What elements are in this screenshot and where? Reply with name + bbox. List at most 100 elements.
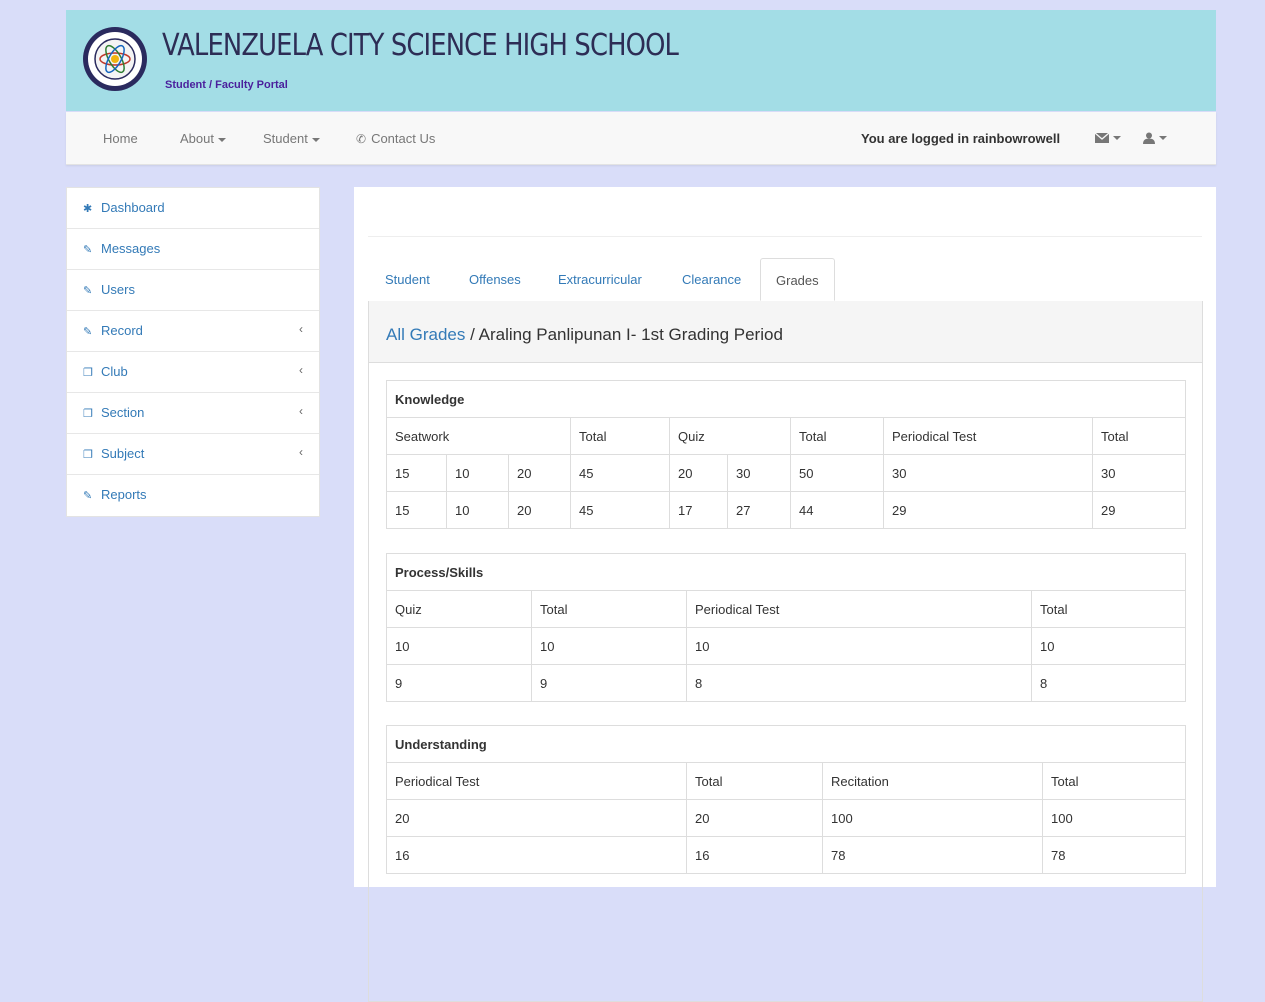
nav-about-label: About [180,131,214,146]
table-cell: 9 [386,664,532,702]
tab-grades[interactable]: Grades [760,258,835,301]
table-cell: 78 [1041,836,1187,874]
table-cell: 30 [883,454,1093,492]
breadcrumb-separator: / [465,325,479,344]
table-title: Process/Skills [385,553,1187,591]
nav-student-dropdown[interactable]: Student [263,131,320,146]
table-cell: 44 [790,491,884,529]
sidebar-item-label: Subject [101,446,145,461]
tab-student[interactable]: Student [385,272,430,287]
table-row: 15 10 20 45 17 27 44 29 29 [386,491,1186,529]
tab-bar: Student Offenses Extracurricular Clearan… [368,258,1202,302]
table-cell: 8 [1030,664,1187,702]
breadcrumb: All Grades / Araling Panlipunan I- 1st G… [369,301,1202,363]
nav-contact-label: Contact Us [371,131,436,146]
table-cell: 100 [1041,799,1187,837]
nav-contact[interactable]: ✆ Contact Us [356,131,435,146]
table-cell: 20 [508,454,571,492]
sidebar-item-label: Record [101,323,143,338]
table-header-row: Quiz Total Periodical Test Total [386,590,1187,628]
table-cell: 20 [386,799,687,837]
table-cell: 100 [822,799,1043,837]
table-cell: 10 [446,491,509,529]
table-cell: 20 [686,799,823,837]
sidebar-menu: ✱ Dashboard ✎ Messages ✎ Users ✎ Record ‹ ❐ Cl… [66,187,320,517]
table-cell: 15 [386,454,447,492]
column-header: Total [570,417,670,455]
column-header: Periodical Test [386,762,687,800]
envelope-icon [1094,132,1110,143]
school-name: VALENZUELA CITY SCIENCE HIGH SCHOOL [162,28,679,63]
edit-icon: ✎ [83,244,93,256]
all-grades-link[interactable]: All Grades [386,325,465,344]
user-dropdown[interactable] [1143,129,1167,144]
tab-offenses[interactable]: Offenses [469,272,521,287]
column-header: Recitation [822,762,1043,800]
copy-icon: ❐ [83,408,93,420]
table-title: Understanding [385,725,1187,763]
copy-icon: ❐ [83,367,93,379]
main-content: Student Offenses Extracurricular Clearan… [354,187,1216,1002]
messages-dropdown[interactable] [1094,129,1121,144]
edit-icon: ✎ [83,490,93,502]
table-header-row: Seatwork Total Quiz Total Periodical Tes… [386,417,1186,455]
table-cell: 15 [386,491,447,529]
sidebar-item-reports[interactable]: ✎ Reports [67,475,319,516]
sidebar-item-label: Club [101,364,128,379]
table-row: 16 16 78 78 [386,836,1187,874]
caret-down-icon [311,137,320,142]
column-header: Total [1092,417,1186,455]
table-title: Knowledge [386,380,1186,418]
table-row: 20 20 100 100 [386,799,1187,837]
phone-icon: ✆ [356,132,367,146]
sidebar-item-club[interactable]: ❐ Club ‹ [67,352,319,393]
column-header: Seatwork [386,417,571,455]
table-cell: 16 [386,836,687,874]
grades-panel: All Grades / Araling Panlipunan I- 1st G… [368,301,1203,1002]
column-header: Quiz [386,590,532,628]
sidebar-item-label: Messages [101,241,161,256]
chevron-left-icon: ‹ [299,363,303,377]
nav-about-dropdown[interactable]: About [180,131,226,146]
table-cell: 50 [790,454,884,492]
process-skills-table: Process/Skills Quiz Total Periodical Tes… [385,553,1187,702]
caret-down-icon [217,137,226,142]
tab-extracurricular[interactable]: Extracurricular [558,272,642,287]
table-cell: 10 [686,627,1032,665]
sidebar-item-record[interactable]: ✎ Record ‹ [67,311,319,352]
sidebar-item-subject[interactable]: ❐ Subject ‹ [67,434,319,475]
column-header: Total [686,762,823,800]
understanding-table: Understanding Periodical Test Total Reci… [385,725,1187,874]
table-cell: 10 [1030,627,1187,665]
column-header: Total [1041,762,1187,800]
column-header: Periodical Test [883,417,1093,455]
column-header: Total [1030,590,1187,628]
sidebar-item-dashboard[interactable]: ✱ Dashboard [67,188,319,229]
site-header: VALENZUELA CITY SCIENCE HIGH SCHOOL Stud… [66,10,1216,111]
dashboard-icon: ✱ [83,203,93,215]
nav-student-label: Student [263,131,308,146]
logged-in-text: You are logged in rainbowrowell [861,131,1061,146]
sidebar-item-label: Users [101,282,135,297]
column-header: Periodical Test [686,590,1032,628]
table-cell: 8 [686,664,1032,702]
top-navbar: Home About Student ✆ Contact Us You are l… [66,112,1216,165]
column-header: Total [531,590,687,628]
table-cell: 29 [883,491,1093,529]
edit-icon: ✎ [83,285,93,297]
table-header-row: Periodical Test Total Recitation Total [386,762,1187,800]
tab-clearance[interactable]: Clearance [682,272,741,287]
user-icon [1143,132,1155,144]
divider [368,236,1202,237]
sidebar-item-section[interactable]: ❐ Section ‹ [67,393,319,434]
sidebar-item-label: Reports [101,487,147,502]
table-cell: 10 [446,454,509,492]
table-cell: 16 [686,836,823,874]
nav-home[interactable]: Home [103,131,138,146]
table-cell: 29 [1092,491,1186,529]
sidebar-item-messages[interactable]: ✎ Messages [67,229,319,270]
sidebar-item-label: Dashboard [101,200,165,215]
sidebar-item-users[interactable]: ✎ Users [67,270,319,311]
table-cell: 10 [531,627,687,665]
table-cell: 27 [727,491,791,529]
